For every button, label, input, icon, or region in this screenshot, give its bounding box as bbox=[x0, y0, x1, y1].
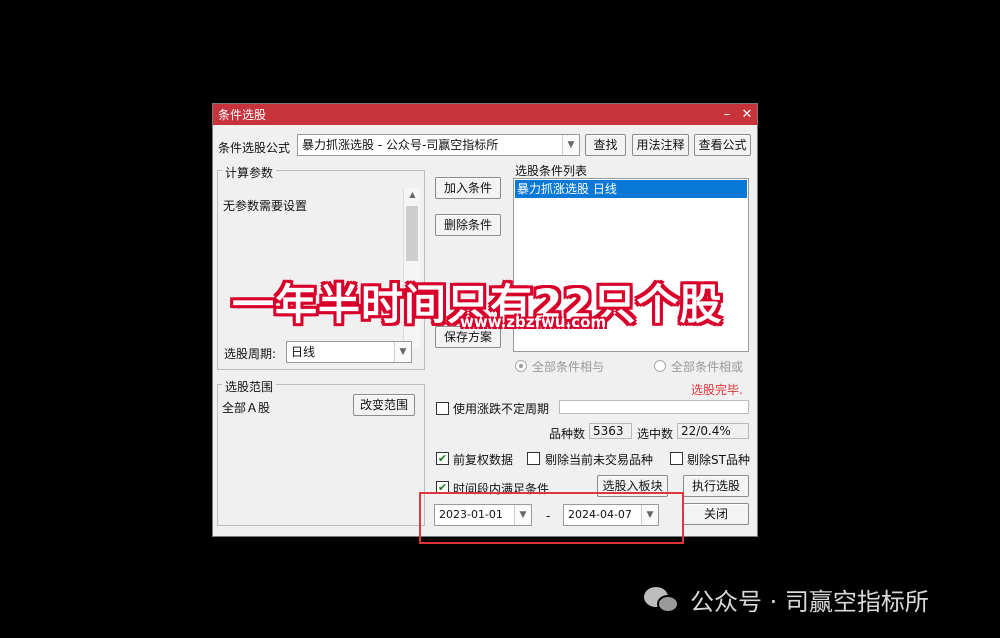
radio-all-and[interactable] bbox=[515, 360, 527, 372]
conditions-label: 选股条件列表 bbox=[515, 164, 588, 178]
adj-data-label: 前复权数据 bbox=[453, 453, 514, 467]
exclude-st-label: 剔除ST品种 bbox=[687, 453, 750, 467]
wechat-icon bbox=[644, 585, 682, 615]
status-text: 选股完毕. bbox=[691, 383, 743, 397]
use-irregular-label: 使用涨跌不定周期 bbox=[453, 402, 550, 416]
exclude-untraded-label: 剔除当前未交易品种 bbox=[545, 453, 654, 467]
selected-label: 选中数 bbox=[637, 427, 674, 441]
selected-value: 22/0.4% bbox=[677, 423, 749, 439]
footer-watermark: 公众号 · 司赢空指标所 bbox=[644, 582, 929, 617]
formula-value: 暴力抓涨选股 - 公众号-司赢空指标所 bbox=[302, 138, 499, 152]
radio-and-label: 全部条件相与 bbox=[532, 360, 605, 374]
scrollbar-thumb[interactable] bbox=[406, 206, 418, 261]
delete-condition-button[interactable]: 删除条件 bbox=[435, 214, 501, 236]
irregular-period-input[interactable] bbox=[559, 400, 749, 414]
minimize-button[interactable]: – bbox=[717, 107, 737, 122]
find-button[interactable]: 查找 bbox=[585, 134, 626, 156]
range-group-label: 选股范围 bbox=[222, 378, 277, 395]
radio-all-or[interactable] bbox=[654, 360, 666, 372]
footer-text: 公众号 · 司赢空指标所 bbox=[690, 588, 929, 616]
usage-notes-button[interactable]: 用法注释 bbox=[632, 134, 689, 156]
period-select[interactable]: 日线 ▼ bbox=[286, 341, 412, 363]
change-range-button[interactable]: 改变范围 bbox=[353, 394, 415, 416]
run-screen-button[interactable]: 执行选股 bbox=[683, 475, 749, 497]
adj-data-checkbox[interactable]: ✔ bbox=[436, 452, 449, 465]
params-group-label: 计算参数 bbox=[222, 164, 277, 181]
period-label: 选股周期: bbox=[224, 347, 277, 361]
close-icon[interactable]: ✕ bbox=[737, 107, 757, 122]
window-title: 条件选股 bbox=[218, 108, 267, 122]
scroll-up-icon[interactable]: ▲ bbox=[404, 190, 421, 199]
params-text: 无参数需要设置 bbox=[223, 199, 308, 213]
add-condition-button[interactable]: 加入条件 bbox=[435, 177, 501, 199]
chevron-down-icon[interactable]: ▼ bbox=[562, 135, 579, 155]
radio-or-label: 全部条件相或 bbox=[671, 360, 744, 374]
formula-label: 条件选股公式 bbox=[218, 141, 291, 155]
title-bar[interactable]: 条件选股 – ✕ bbox=[213, 104, 757, 125]
url-watermark: www.zbzfwu.com bbox=[460, 313, 607, 331]
formula-select[interactable]: 暴力抓涨选股 - 公众号-司赢空指标所 ▼ bbox=[297, 134, 580, 156]
count-label: 品种数 bbox=[549, 427, 586, 441]
highlight-box bbox=[419, 492, 684, 544]
range-value: 全部Ａ股 bbox=[222, 401, 271, 415]
view-formula-button[interactable]: 查看公式 bbox=[694, 134, 751, 156]
use-irregular-checkbox[interactable] bbox=[436, 402, 449, 415]
period-value: 日线 bbox=[291, 345, 316, 359]
count-value: 5363 bbox=[589, 423, 632, 439]
exclude-untraded-checkbox[interactable] bbox=[527, 452, 540, 465]
list-item[interactable]: 暴力抓涨选股 日线 bbox=[515, 180, 747, 198]
exclude-st-checkbox[interactable] bbox=[670, 452, 683, 465]
chevron-down-icon[interactable]: ▼ bbox=[394, 342, 411, 362]
close-button[interactable]: 关闭 bbox=[683, 503, 749, 525]
